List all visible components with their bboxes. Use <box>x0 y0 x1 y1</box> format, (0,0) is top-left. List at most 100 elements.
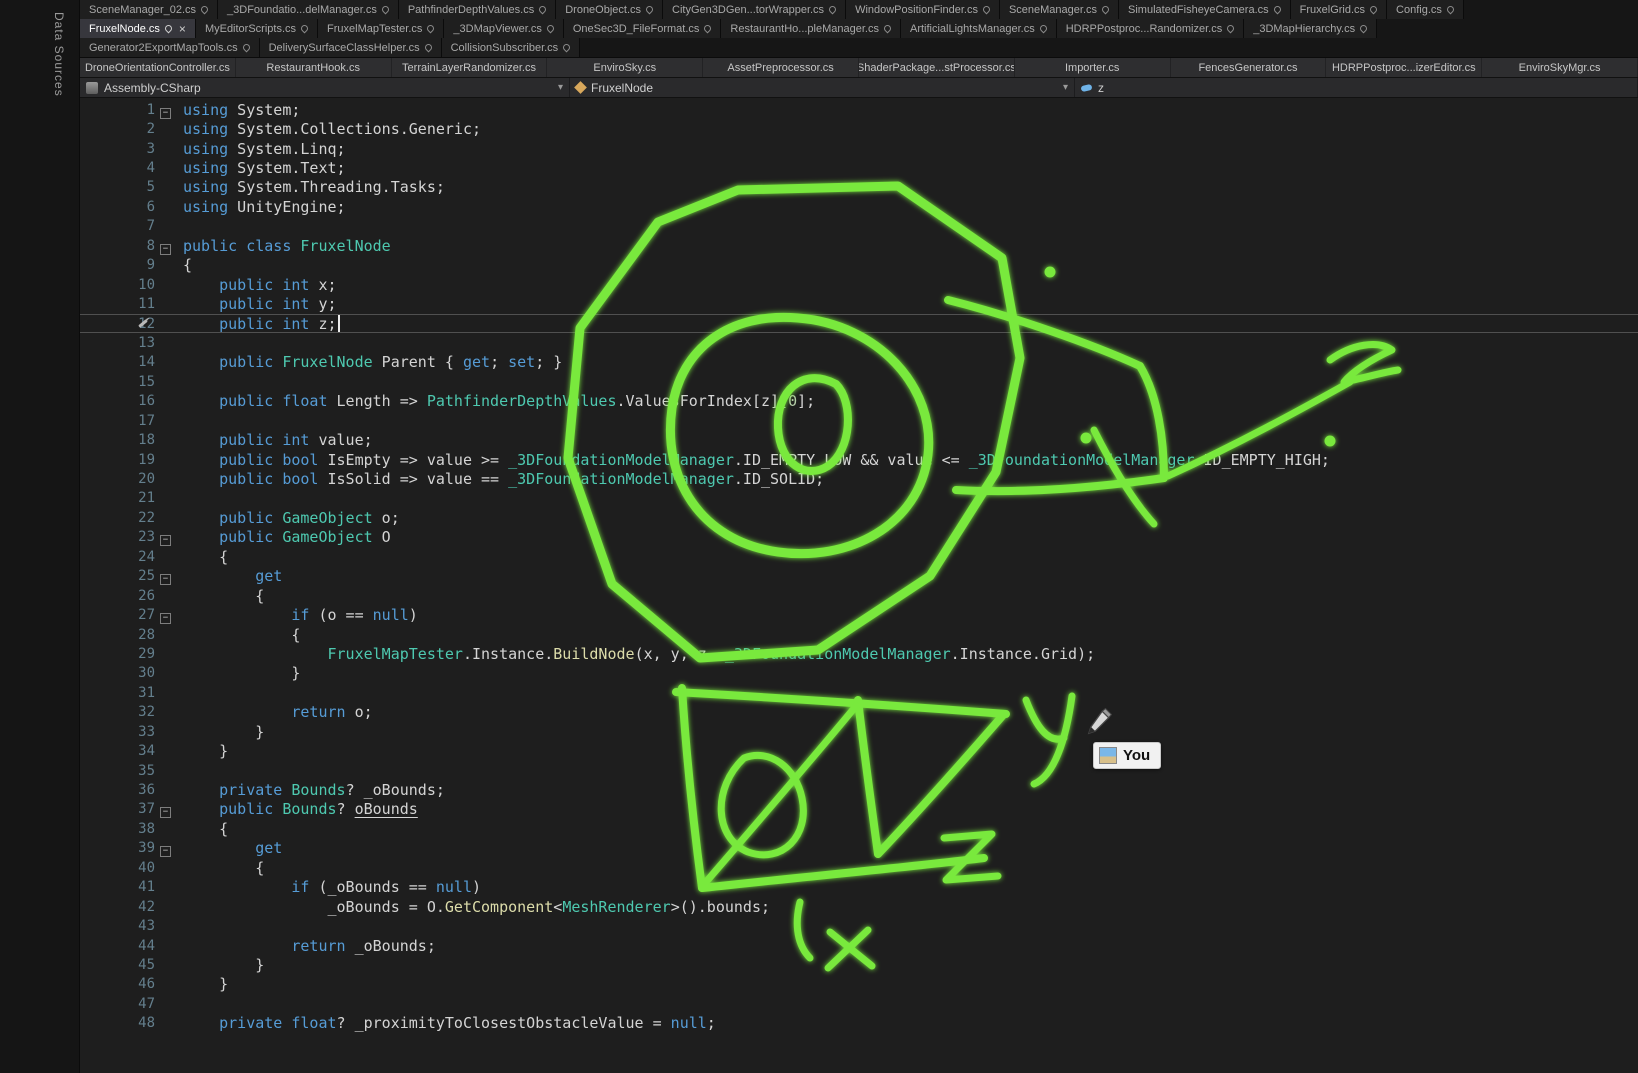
pin-icon[interactable] <box>982 5 992 15</box>
line-number[interactable]: 5 <box>80 179 155 195</box>
pin-icon[interactable] <box>1445 5 1455 15</box>
fold-column[interactable]: − <box>155 839 181 857</box>
tab--3dmapviewer-cs[interactable]: _3DMapViewer.cs <box>444 19 563 38</box>
tab-fruxelgrid-cs[interactable]: FruxelGrid.cs <box>1291 0 1387 19</box>
data-sources-tab[interactable]: Data Sources <box>52 12 66 97</box>
code-line-31[interactable]: 31 <box>80 683 1638 702</box>
code-line-16[interactable]: 16 public float Length => PathfinderDept… <box>80 392 1638 411</box>
line-number[interactable]: 6 <box>80 199 155 215</box>
line-number[interactable]: 31 <box>80 685 155 701</box>
code-line-45[interactable]: 45 } <box>80 955 1638 974</box>
line-number[interactable]: 9 <box>80 257 155 273</box>
code-line-6[interactable]: 6using UnityEngine; <box>80 197 1638 216</box>
code-line-3[interactable]: 3using System.Linq; <box>80 139 1638 158</box>
code-editor[interactable]: 1−using System;2using System.Collections… <box>80 98 1638 1073</box>
tab-terrainlayerrandomizer-cs[interactable]: TerrainLayerRandomizer.cs <box>392 58 548 77</box>
pin-icon[interactable] <box>1369 5 1379 15</box>
line-number[interactable]: 48 <box>80 1015 155 1031</box>
line-number[interactable]: 35 <box>80 763 155 779</box>
tab-simulatedfisheyecamera-cs[interactable]: SimulatedFisheyeCamera.cs <box>1119 0 1291 19</box>
code-line-1[interactable]: 1−using System; <box>80 100 1638 119</box>
line-number[interactable]: 3 <box>80 141 155 157</box>
code-line-7[interactable]: 7 <box>80 217 1638 236</box>
code-line-12[interactable]: 12 public int z; <box>80 314 1638 333</box>
tab-enviroskymgr-cs[interactable]: EnviroSkyMgr.cs <box>1482 58 1638 77</box>
line-number[interactable]: 13 <box>80 335 155 351</box>
line-number[interactable]: 24 <box>80 549 155 565</box>
line-number[interactable]: 8 <box>80 238 155 254</box>
fold-collapse-icon[interactable]: − <box>160 244 171 255</box>
line-number[interactable]: 27 <box>80 607 155 623</box>
tab-scenemanager-02-cs[interactable]: SceneManager_02.cs <box>80 0 218 19</box>
code-line-2[interactable]: 2using System.Collections.Generic; <box>80 119 1638 138</box>
line-number[interactable]: 26 <box>80 588 155 604</box>
tab-onesec3d-fileformat-cs[interactable]: OneSec3D_FileFormat.cs <box>564 19 722 38</box>
line-number[interactable]: 33 <box>80 724 155 740</box>
pin-icon[interactable] <box>1226 24 1236 34</box>
line-number[interactable]: 11 <box>80 296 155 312</box>
code-line-38[interactable]: 38 { <box>80 819 1638 838</box>
code-line-15[interactable]: 15 <box>80 372 1638 391</box>
line-number[interactable]: 10 <box>80 277 155 293</box>
code-line-27[interactable]: 27− if (o == null) <box>80 605 1638 624</box>
line-number[interactable]: 32 <box>80 704 155 720</box>
code-line-17[interactable]: 17 <box>80 411 1638 430</box>
tab--3dmaphierarchy-cs[interactable]: _3DMapHierarchy.cs <box>1244 19 1377 38</box>
tab-droneobject-cs[interactable]: DroneObject.cs <box>556 0 663 19</box>
pin-icon[interactable] <box>1272 5 1282 15</box>
fold-collapse-icon[interactable]: − <box>160 807 171 818</box>
fold-column[interactable]: − <box>155 528 181 546</box>
code-line-47[interactable]: 47 <box>80 994 1638 1013</box>
tab-restaurantho-plemanager-cs[interactable]: RestaurantHo...pleManager.cs <box>721 19 901 38</box>
type-dropdown[interactable]: FruxelNode ▾ <box>570 78 1075 97</box>
line-number[interactable]: 14 <box>80 354 155 370</box>
fold-collapse-icon[interactable]: − <box>160 613 171 624</box>
tab-assetpreprocessor-cs[interactable]: AssetPreprocessor.cs <box>703 58 859 77</box>
line-number[interactable]: 38 <box>80 821 155 837</box>
tab-generator2exportmaptools-cs[interactable]: Generator2ExportMapTools.cs <box>80 38 260 57</box>
code-line-34[interactable]: 34 } <box>80 741 1638 760</box>
tab-citygen3dgen-torwrapper-cs[interactable]: CityGen3DGen...torWrapper.cs <box>663 0 846 19</box>
code-line-46[interactable]: 46 } <box>80 975 1638 994</box>
line-number[interactable]: 1 <box>80 102 155 118</box>
code-line-24[interactable]: 24 { <box>80 547 1638 566</box>
pin-icon[interactable] <box>538 5 548 15</box>
tab-deliverysurfaceclasshelper-cs[interactable]: DeliverySurfaceClassHelper.cs <box>260 38 442 57</box>
line-number[interactable]: 44 <box>80 938 155 954</box>
pin-icon[interactable] <box>380 5 390 15</box>
line-number[interactable]: 46 <box>80 976 155 992</box>
code-line-10[interactable]: 10 public int x; <box>80 275 1638 294</box>
code-line-44[interactable]: 44 return _oBounds; <box>80 936 1638 955</box>
tab-scenemanager-cs[interactable]: SceneManager.cs <box>1000 0 1119 19</box>
line-number[interactable]: 37 <box>80 801 155 817</box>
code-line-19[interactable]: 19 public bool IsEmpty => value >= _3DFo… <box>80 450 1638 469</box>
pin-icon[interactable] <box>300 24 310 34</box>
tab-fruxelnode-cs[interactable]: FruxelNode.cs× <box>80 19 196 38</box>
fold-collapse-icon[interactable]: − <box>160 108 171 119</box>
line-number[interactable]: 28 <box>80 627 155 643</box>
code-line-14[interactable]: 14 public FruxelNode Parent { get; set; … <box>80 353 1638 372</box>
line-number[interactable]: 30 <box>80 665 155 681</box>
line-number[interactable]: 20 <box>80 471 155 487</box>
pin-icon[interactable] <box>423 43 433 53</box>
tab-restauranthook-cs[interactable]: RestaurantHook.cs <box>236 58 392 77</box>
code-line-4[interactable]: 4using System.Text; <box>80 158 1638 177</box>
fold-column[interactable]: − <box>155 237 181 255</box>
code-line-29[interactable]: 29 FruxelMapTester.Instance.BuildNode(x,… <box>80 644 1638 663</box>
line-number[interactable]: 34 <box>80 743 155 759</box>
fold-collapse-icon[interactable]: − <box>160 846 171 857</box>
code-line-8[interactable]: 8−public class FruxelNode <box>80 236 1638 255</box>
code-line-9[interactable]: 9{ <box>80 256 1638 275</box>
line-number[interactable]: 45 <box>80 957 155 973</box>
chevron-down-icon[interactable]: ▾ <box>550 82 563 93</box>
code-line-36[interactable]: 36 private Bounds? _oBounds; <box>80 780 1638 799</box>
tab-windowpositionfinder-cs[interactable]: WindowPositionFinder.cs <box>846 0 1000 19</box>
fold-collapse-icon[interactable]: − <box>160 574 171 585</box>
tab-myeditorscripts-cs[interactable]: MyEditorScripts.cs <box>196 19 318 38</box>
pin-icon[interactable] <box>1359 24 1369 34</box>
pin-icon[interactable] <box>1101 5 1111 15</box>
pin-icon[interactable] <box>828 5 838 15</box>
pin-icon[interactable] <box>241 43 251 53</box>
line-number[interactable]: 36 <box>80 782 155 798</box>
line-number[interactable]: 19 <box>80 452 155 468</box>
